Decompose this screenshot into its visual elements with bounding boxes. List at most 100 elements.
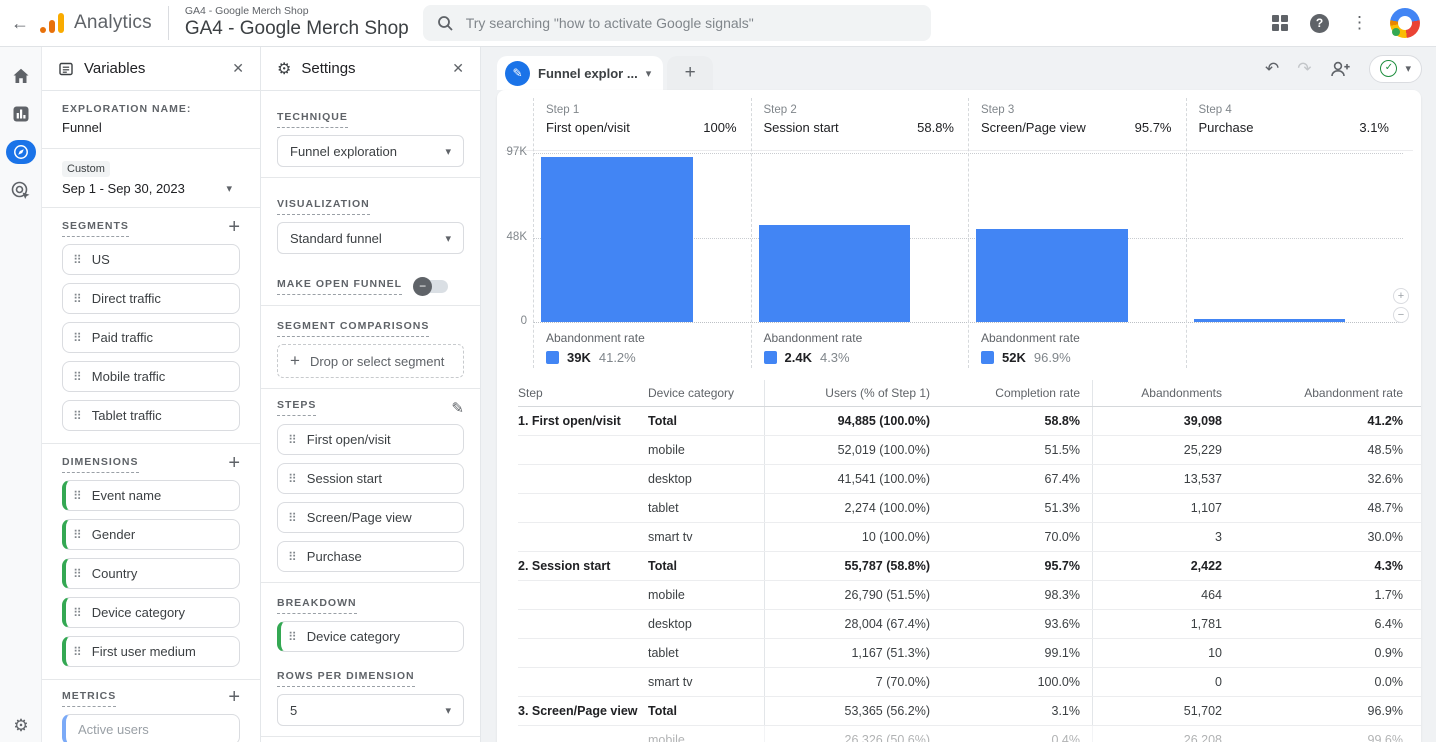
segment-chip[interactable]: ⠿ Mobile traffic: [62, 361, 240, 392]
metric-chip[interactable]: Active users: [62, 714, 240, 742]
cell-device-category: smart tv: [648, 675, 693, 689]
segment-chip[interactable]: ⠿ Tablet traffic: [62, 400, 240, 431]
drag-handle-icon[interactable]: ⠿: [73, 567, 82, 581]
zoom-in-button[interactable]: +: [1393, 288, 1409, 304]
cell-abandonment-rate: 6.4%: [1374, 617, 1404, 631]
more-menu-icon[interactable]: ⋮: [1351, 13, 1368, 33]
add-tab-button[interactable]: +: [667, 56, 714, 90]
dimension-chip[interactable]: ⠿ Country: [62, 558, 240, 589]
drag-handle-icon[interactable]: ⠿: [288, 630, 297, 644]
cell-device-category: mobile: [648, 733, 685, 742]
cell-completion-rate: 99.1%: [1044, 646, 1080, 660]
property-switcher[interactable]: GA4 - Google Merch Shop GA4 - Google Mer…: [167, 6, 409, 40]
apps-grid-icon[interactable]: [1272, 15, 1288, 31]
cell-completion-rate: 51.3%: [1044, 501, 1080, 515]
date-range-picker[interactable]: Sep 1 - Sep 30, 2023 ▾: [62, 181, 240, 196]
drag-handle-icon[interactable]: ⠿: [288, 511, 297, 525]
dimension-chip-label: First user medium: [91, 644, 196, 659]
drag-handle-icon[interactable]: ⠿: [73, 606, 82, 620]
edit-steps-pencil-icon[interactable]: ✎: [451, 399, 464, 417]
analytics-logo-icon[interactable]: [40, 13, 64, 33]
segment-chip[interactable]: ⠿ Paid traffic: [62, 322, 240, 353]
dimension-chip[interactable]: ⠿ First user medium: [62, 636, 240, 667]
funnel-bar[interactable]: [758, 225, 911, 322]
cell-abandonment-rate: 41.2%: [1367, 414, 1403, 428]
drag-handle-icon[interactable]: ⠿: [73, 489, 82, 503]
nav-home-icon[interactable]: [0, 57, 42, 95]
funnel-bar[interactable]: [541, 157, 693, 322]
dimension-chip[interactable]: ⠿ Event name: [62, 480, 240, 511]
drag-handle-icon[interactable]: ⠿: [73, 528, 82, 542]
help-icon[interactable]: ?: [1310, 13, 1329, 33]
tab-funnel-exploration[interactable]: ✎ Funnel explor ... ▾: [497, 56, 664, 90]
nav-advertising-icon[interactable]: [0, 171, 42, 209]
drag-handle-icon[interactable]: ⠿: [73, 645, 82, 659]
variables-icon: [59, 62, 73, 75]
add-metric-button[interactable]: +: [228, 687, 240, 707]
segment-comparisons-label: SEGMENT COMPARISONS: [277, 320, 430, 337]
technique-select[interactable]: Funnel exploration ▾: [277, 135, 464, 167]
breakdown-chip[interactable]: ⠿ Device category: [277, 621, 464, 652]
funnel-step-chip[interactable]: ⠿ Purchase: [277, 541, 464, 572]
drag-handle-icon[interactable]: ⠿: [288, 550, 297, 564]
abandonment-values: 52K 96.9%: [981, 350, 1080, 365]
drag-handle-icon[interactable]: ⠿: [73, 253, 82, 267]
drag-handle-icon[interactable]: ⠿: [73, 331, 82, 345]
drag-handle-icon[interactable]: ⠿: [73, 370, 82, 384]
funnel-bar[interactable]: [1193, 319, 1346, 322]
tab-pencil-icon: ✎: [505, 60, 530, 86]
funnel-step-column: Step 2 Session start 58.8% Abandonment rate…: [750, 98, 969, 368]
close-settings-icon[interactable]: ✕: [452, 60, 464, 77]
funnel-step-header: Screen/Page view 95.7%: [981, 120, 1172, 135]
drag-handle-icon[interactable]: ⠿: [288, 472, 297, 486]
visualization-select[interactable]: Standard funnel ▾: [277, 222, 464, 254]
close-variables-icon[interactable]: ✕: [232, 60, 244, 77]
cell-users: 53,365 (56.2%): [764, 697, 934, 725]
funnel-step-chip[interactable]: ⠿ Session start: [277, 463, 464, 494]
cell-completion-rate: 58.8%: [1044, 414, 1080, 428]
account-avatar[interactable]: [1390, 8, 1420, 38]
dimension-chip[interactable]: ⠿ Device category: [62, 597, 240, 628]
column-header[interactable]: Abandonment rate: [1226, 380, 1421, 406]
funnel-step-column: Step 1 First open/visit 100% Abandonment ra…: [533, 98, 751, 368]
exploration-name-value[interactable]: Funnel: [62, 120, 240, 135]
share-person-add-icon[interactable]: [1329, 59, 1351, 79]
add-segment-button[interactable]: +: [228, 217, 240, 237]
drag-handle-icon[interactable]: ⠿: [73, 409, 82, 423]
segment-chip[interactable]: ⠿ US: [62, 244, 240, 275]
segment-chip[interactable]: ⠿ Direct traffic: [62, 283, 240, 314]
funnel-step-chip[interactable]: ⠿ Screen/Page view: [277, 502, 464, 533]
column-header[interactable]: Device category: [648, 380, 764, 406]
make-open-funnel-toggle[interactable]: −: [413, 277, 449, 296]
funnel-bar[interactable]: [976, 229, 1128, 322]
funnel-step-chip[interactable]: ⠿ First open/visit: [277, 424, 464, 455]
admin-gear-icon[interactable]: ⚙: [0, 716, 42, 736]
rows-per-dimension-label: ROWS PER DIMENSION: [277, 670, 415, 687]
nav-explore-icon-active[interactable]: [0, 133, 42, 171]
back-arrow-icon[interactable]: ←: [0, 13, 40, 34]
column-header[interactable]: Users (% of Step 1): [764, 380, 934, 406]
cell-abandonments: 2,422: [1092, 552, 1226, 580]
nav-rail: ⚙: [0, 47, 42, 742]
segment-drop-zone[interactable]: + Drop or select segment: [277, 344, 464, 378]
column-header[interactable]: Step: [518, 380, 648, 406]
dimension-chip[interactable]: ⠿ Gender: [62, 519, 240, 550]
segment-chip-label: Mobile traffic: [91, 369, 166, 384]
search-input[interactable]: [465, 15, 917, 31]
undo-icon[interactable]: ↶: [1265, 59, 1279, 79]
funnel-step-percent: 95.7%: [1134, 120, 1172, 135]
abandonment-values: 39K 41.2%: [546, 350, 645, 365]
add-dimension-button[interactable]: +: [228, 453, 240, 473]
funnel-data-table: Step Device category Users (% of Step 1) Co…: [518, 380, 1421, 742]
zoom-out-button[interactable]: −: [1393, 307, 1409, 323]
drag-handle-icon[interactable]: ⠿: [73, 292, 82, 306]
column-header[interactable]: Completion rate: [934, 380, 1092, 406]
explore-active-pill: [5, 140, 36, 164]
search-bar[interactable]: [422, 5, 931, 41]
nav-reports-icon[interactable]: [0, 95, 42, 133]
drag-handle-icon[interactable]: ⠿: [288, 433, 297, 447]
validation-status-button[interactable]: ✓ ▾: [1369, 54, 1422, 83]
rows-per-dimension-select[interactable]: 5 ▾: [277, 694, 464, 726]
column-header[interactable]: Abandonments: [1092, 380, 1226, 406]
cell-abandonment-rate: 32.6%: [1367, 472, 1403, 486]
